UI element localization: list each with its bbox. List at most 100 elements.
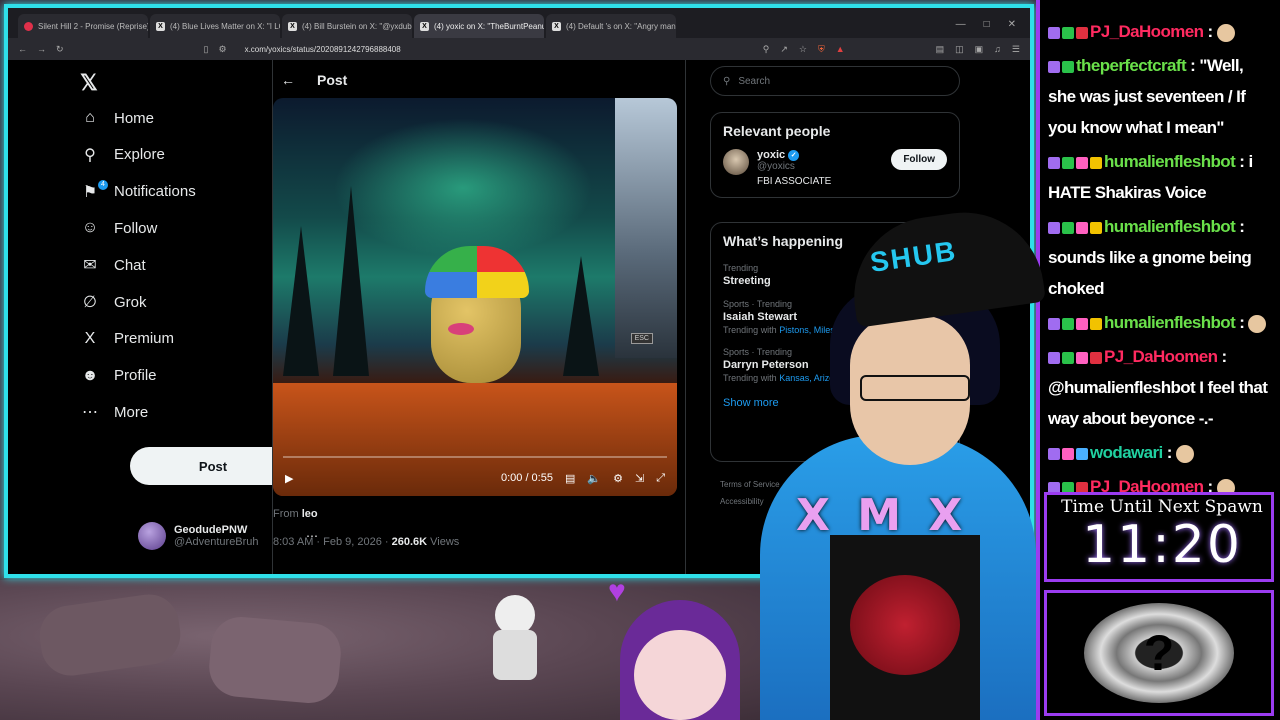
search-input[interactable]: ⚲ Search xyxy=(710,66,960,96)
chibi-character xyxy=(475,575,555,685)
star-icon[interactable]: ☆ xyxy=(799,44,807,55)
wallet-icon[interactable]: ▣ xyxy=(975,44,984,55)
chat-badge-icon xyxy=(1076,317,1088,330)
play-icon[interactable]: ▶ xyxy=(285,472,293,485)
hoodie-text: X M X xyxy=(796,490,969,541)
chat-badge-icon xyxy=(1076,156,1088,169)
x-icon: X xyxy=(288,21,297,31)
nav-item-explore[interactable]: ⚲ Explore xyxy=(80,145,165,165)
account-handle: @AdventureBruh xyxy=(174,536,259,548)
search-icon: ⚲ xyxy=(723,75,731,87)
chat-username[interactable]: PJ_DaHoomen xyxy=(1104,347,1218,366)
chat-badge-icon xyxy=(1048,60,1060,73)
nav-label: More xyxy=(114,403,149,421)
settings-icon[interactable]: ⚙ xyxy=(613,472,623,485)
video-progress-bar[interactable] xyxy=(283,456,667,458)
chat-badge-icon xyxy=(1076,221,1088,234)
chat-message: humalienfleshbot : sounds like a gnome b… xyxy=(1048,211,1274,304)
person-row[interactable]: yoxic ✓ @yoxics FBI ASSOCIATE Follow xyxy=(711,139,959,197)
page-title: Post xyxy=(317,72,348,88)
search-icon: ⚲ xyxy=(84,146,96,164)
source-name[interactable]: leo xyxy=(302,508,318,520)
chat-username[interactable]: humalienfleshbot xyxy=(1104,152,1236,171)
rewards-icon[interactable]: ▲ xyxy=(836,44,845,55)
chat-message: wodawari : xyxy=(1048,437,1274,468)
chat-badge-icon xyxy=(1048,26,1060,39)
video-frame-tree xyxy=(563,256,599,376)
person-name[interactable]: yoxic xyxy=(757,149,785,161)
volume-icon[interactable]: 🔈 xyxy=(587,472,601,485)
zoom-icon[interactable]: ⚲ xyxy=(763,44,770,55)
vtuber-avatar: X M X SHUB xyxy=(760,202,1047,720)
browser-tab[interactable]: X(4) Blue Lives Matter on X: "I LOVE…× xyxy=(150,14,280,38)
account-name: GeodudePNW xyxy=(174,524,248,536)
chat-username[interactable]: humalienfleshbot xyxy=(1104,313,1236,332)
chat-badge-icon xyxy=(1062,26,1074,39)
tab-label: (4) yoxic on X: "TheBurntPeanut" xyxy=(434,21,544,31)
bookmark-icon[interactable]: ▯ xyxy=(204,44,209,55)
nav-item-premium[interactable]: X Premium xyxy=(80,329,174,349)
video-player[interactable]: ESC ▶ 0:00 / 0:55 ▤ 🔈 ⚙ ⇲ ⤢ xyxy=(273,98,677,496)
add-person-icon: ☺ xyxy=(81,219,99,237)
window-controls[interactable]: — □ ✕ xyxy=(956,19,1030,38)
question-mark-icon: ? xyxy=(1084,603,1234,703)
chat-separator: : xyxy=(1203,22,1217,41)
video-frame-tree xyxy=(333,186,369,376)
share-icon[interactable]: ↗ xyxy=(780,44,788,55)
chat-badge-icon xyxy=(1062,60,1074,73)
captions-icon[interactable]: ▤ xyxy=(565,472,575,485)
x-logo-icon[interactable]: 𝕏 xyxy=(80,70,98,96)
nav-item-grok[interactable]: ∅ Grok xyxy=(80,292,146,312)
popout-icon[interactable]: ⇲ xyxy=(635,472,644,485)
mail-icon: ✉ xyxy=(83,257,97,275)
mystery-widget: ? xyxy=(1044,590,1274,716)
menu-icon[interactable]: ☰ xyxy=(1012,44,1020,55)
chat-badge-icon xyxy=(1048,156,1060,169)
chat-username[interactable]: PJ_DaHoomen xyxy=(1090,22,1204,41)
back-icon[interactable]: ← xyxy=(18,44,27,54)
reload-icon[interactable]: ↻ xyxy=(56,44,64,55)
browser-tab[interactable]: X(4) Default 's on X: "Angry man can…× xyxy=(546,14,676,38)
nav-label: Home xyxy=(114,109,155,127)
nav-item-profile[interactable]: ☻ Profile xyxy=(80,366,157,386)
tab-bar: Silent Hill 2 - Promise (Reprise)× X (4) B… xyxy=(8,8,1030,38)
post-meta: 8:03 AM · Feb 9, 2026 · 260.6K Views xyxy=(273,536,459,548)
nav-item-home[interactable]: ⌂ Home xyxy=(80,108,154,128)
nav-item-chat[interactable]: ✉ Chat xyxy=(80,255,145,275)
video-frame-side xyxy=(615,98,677,358)
site-settings-icon[interactable]: ⚙ xyxy=(219,44,227,55)
forward-icon[interactable]: → xyxy=(37,44,46,54)
browser-tab[interactable]: X(4) yoxic on X: "TheBurntPeanut"× xyxy=(414,14,544,38)
esc-key-label: ESC xyxy=(630,333,653,344)
sidebar-icon[interactable]: ▤ xyxy=(936,44,945,55)
person-handle: @yoxics xyxy=(757,161,795,172)
close-window-icon[interactable]: ✕ xyxy=(1008,19,1016,30)
extensions-icon[interactable]: ◫ xyxy=(955,44,964,55)
chat-separator: : xyxy=(1235,217,1245,236)
chat-username[interactable]: wodawari xyxy=(1090,443,1163,462)
back-arrow-icon[interactable]: ← xyxy=(281,72,295,88)
chat-username[interactable]: theperfectcraft xyxy=(1076,56,1187,75)
relevant-people-title: Relevant people xyxy=(723,123,831,139)
chat-username[interactable]: humalienfleshbot xyxy=(1104,217,1236,236)
nav-item-notifications[interactable]: ⚑ 4 Notifications xyxy=(80,179,196,202)
follow-button[interactable]: Follow xyxy=(891,149,947,170)
fullscreen-icon[interactable]: ⤢ xyxy=(656,472,665,485)
url-field[interactable]: x.com/yoxics/status/2020891242796888408 xyxy=(245,45,401,54)
post-timestamp[interactable]: 8:03 AM · Feb 9, 2026 · xyxy=(273,536,392,548)
peanut-lips xyxy=(448,323,474,335)
stream-scene: Silent Hill 2 - Promise (Reprise)× X (4) B… xyxy=(0,0,1280,720)
maximize-icon[interactable]: □ xyxy=(984,19,990,30)
x-icon: X xyxy=(420,21,429,31)
nav-item-follow[interactable]: ☺ Follow xyxy=(80,218,158,238)
nav-label: Profile xyxy=(114,367,157,385)
shield-icon[interactable]: ⛨ xyxy=(818,44,825,55)
video-controls: ▶ 0:00 / 0:55 ▤ 🔈 ⚙ ⇲ ⤢ xyxy=(273,460,677,496)
nav-item-more[interactable]: ⋯ More xyxy=(80,402,148,422)
music-icon[interactable]: ♫ xyxy=(994,44,1001,55)
browser-tab[interactable]: X(4) Bill Burstein on X: "@yxdublo…× xyxy=(282,14,412,38)
chat-badge-icon xyxy=(1076,447,1088,460)
avatar[interactable] xyxy=(723,149,749,175)
browser-tab[interactable]: Silent Hill 2 - Promise (Reprise)× xyxy=(18,14,148,38)
minimize-icon[interactable]: — xyxy=(956,19,966,30)
